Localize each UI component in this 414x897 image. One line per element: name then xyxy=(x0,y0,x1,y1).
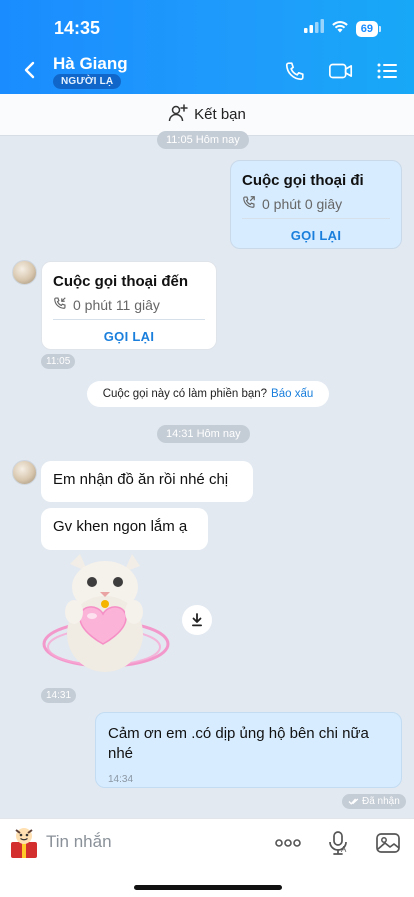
incoming-message[interactable]: Gv khen ngon lắm ạ xyxy=(41,508,208,550)
delivery-status-text: Đã nhận xyxy=(362,796,400,807)
voice-microphone-icon[interactable]: A xyxy=(324,829,352,857)
delivery-status: Đã nhận xyxy=(342,794,406,809)
incoming-call-icon xyxy=(53,296,67,313)
composer-actions: A xyxy=(274,829,402,857)
download-icon xyxy=(192,613,202,627)
home-indicator xyxy=(134,885,282,890)
nav-bar: Hà Giang NGƯỜI LẠ xyxy=(0,50,414,92)
incoming-message[interactable]: Em nhận đồ ăn rồi nhé chị xyxy=(41,461,253,502)
cat-heart-sticker[interactable] xyxy=(40,552,172,682)
divider xyxy=(53,319,205,320)
add-friend-label: Kết bạn xyxy=(194,106,246,123)
add-friend-button[interactable]: Kết bạn xyxy=(0,94,414,136)
prompt-text: Cuộc gọi này có làm phiền bạn? xyxy=(102,388,268,400)
back-arrow-icon[interactable] xyxy=(18,58,42,82)
wifi-icon xyxy=(331,19,349,38)
image-gallery-icon[interactable] xyxy=(374,829,402,857)
call-back-button[interactable]: GỌI LẠI xyxy=(42,329,216,344)
outgoing-call-card: Cuộc gọi thoại đi 0 phút 0 giây GỌI LẠI xyxy=(230,160,402,249)
status-bar: 14:35 69 xyxy=(0,16,414,40)
message-time: 11:05 xyxy=(41,354,76,369)
chat-header: 14:35 69 Hà Giang NGƯỜI LẠ xyxy=(0,0,414,94)
call-title: Cuộc gọi thoại đi xyxy=(242,172,364,189)
download-button[interactable] xyxy=(182,605,212,635)
status-icons: 69 xyxy=(303,19,382,38)
contact-avatar[interactable] xyxy=(12,460,37,485)
message-text: Cảm ơn em .có dịp ủng hộ bên chi nữa nhé xyxy=(108,725,369,762)
more-options-icon[interactable] xyxy=(274,829,302,857)
call-duration-text: 0 phút 0 giây xyxy=(262,195,343,212)
message-time: 14:31 xyxy=(41,688,77,703)
contact-name[interactable]: Hà Giang xyxy=(53,54,128,74)
video-call-icon[interactable] xyxy=(328,58,354,84)
call-duration-text: 0 phút 11 giây xyxy=(73,296,160,313)
call-duration: 0 phút 0 giây xyxy=(231,189,401,212)
divider xyxy=(242,218,390,219)
outgoing-call-icon xyxy=(242,195,256,212)
report-link[interactable]: Báo xấu xyxy=(271,388,313,400)
date-chip: 14:31 Hôm nay xyxy=(157,425,250,443)
phone-call-icon[interactable] xyxy=(282,58,308,84)
battery-icon: 69 xyxy=(355,20,382,37)
incoming-call-card: Cuộc gọi thoại đến 0 phút 11 giây GỌI LẠ… xyxy=(41,261,217,350)
stranger-badge: NGƯỜI LẠ xyxy=(53,74,122,89)
contact-avatar[interactable] xyxy=(12,260,37,285)
call-title: Cuộc gọi thoại đến xyxy=(53,273,188,290)
call-duration: 0 phút 11 giây xyxy=(42,290,216,313)
message-input[interactable]: Tin nhắn xyxy=(46,832,112,852)
status-time: 14:35 xyxy=(54,18,101,38)
menu-list-icon[interactable] xyxy=(374,58,400,84)
sticker-gift-icon[interactable] xyxy=(8,826,40,860)
date-chip: 11:05 Hôm nay xyxy=(157,131,249,149)
nav-actions xyxy=(282,58,400,84)
call-feedback-prompt: Cuộc gọi này có làm phiền bạn? Báo xấu xyxy=(87,381,329,407)
double-check-icon xyxy=(348,798,359,805)
outgoing-message[interactable]: Cảm ơn em .có dịp ủng hộ bên chi nữa nhé… xyxy=(95,712,402,788)
add-user-icon xyxy=(168,103,188,127)
cellular-signal-icon xyxy=(303,19,324,38)
svg-text:A: A xyxy=(341,845,347,854)
call-back-button[interactable]: GỌI LẠI xyxy=(231,228,401,243)
message-time: 14:34 xyxy=(108,774,134,785)
